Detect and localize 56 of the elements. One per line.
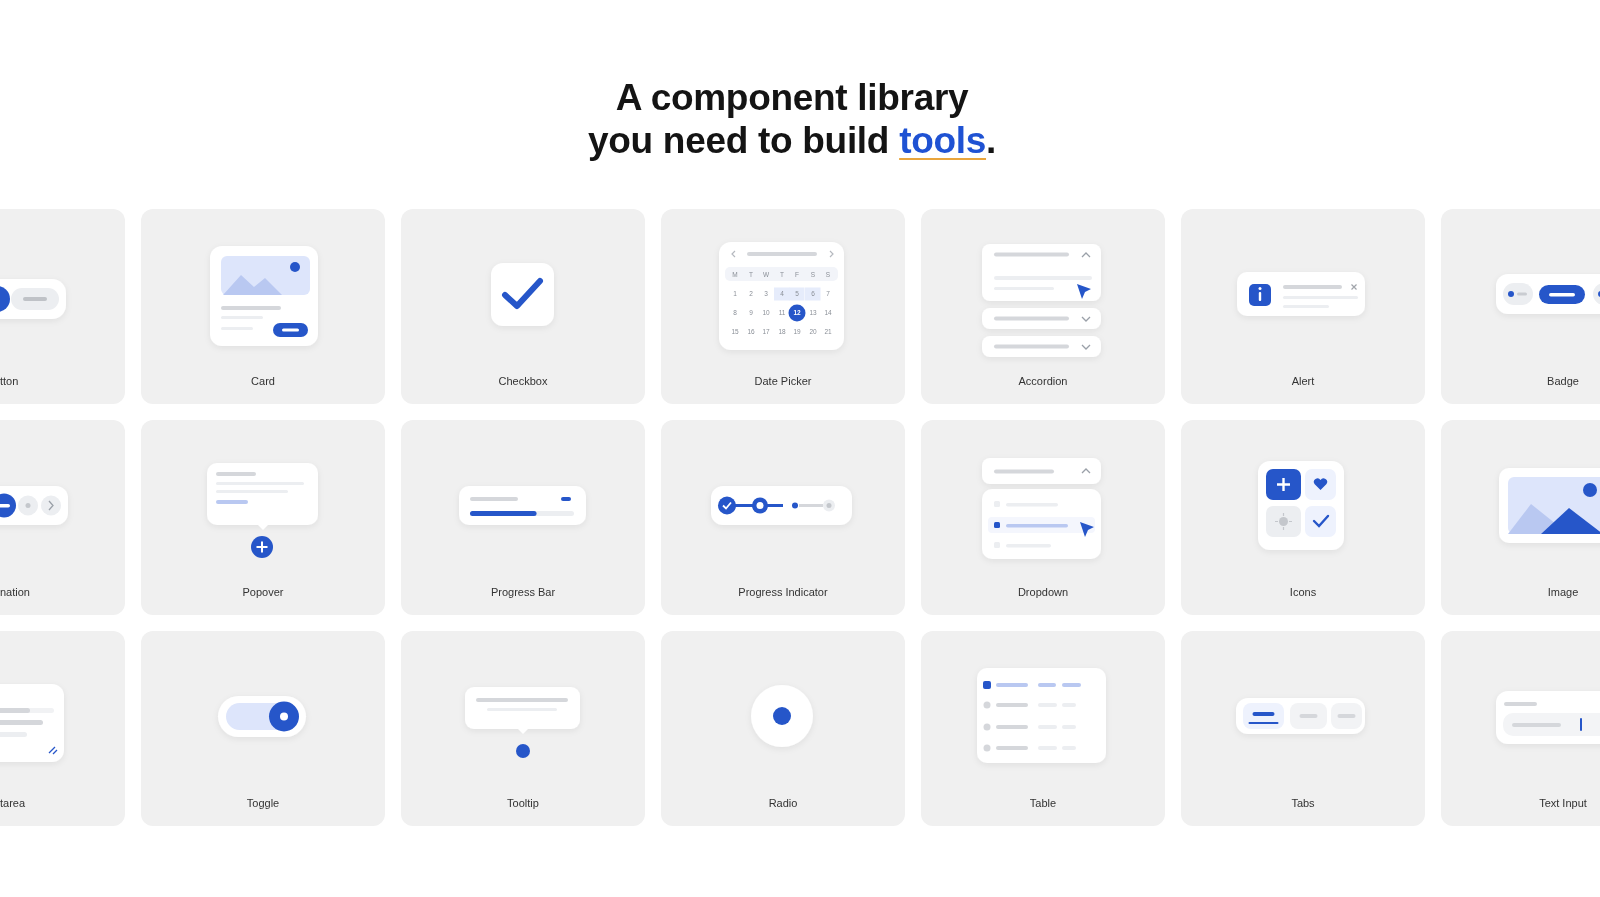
component-card[interactable]: Dropdown	[921, 420, 1165, 615]
card-label: Popover	[242, 586, 284, 598]
component-card[interactable]: Tooltip	[401, 631, 645, 826]
value-pill	[561, 497, 571, 501]
cursor-icon	[1080, 522, 1094, 537]
card-label: Tabs	[1291, 797, 1315, 809]
accordion-section[interactable]	[982, 336, 1101, 357]
component-card[interactable]: Badge	[1441, 209, 1600, 404]
card-label: Icons	[1289, 586, 1317, 598]
component-card[interactable]: Icons	[1181, 420, 1425, 615]
component-card[interactable]: nation	[0, 420, 125, 615]
card-label: Table	[1029, 797, 1057, 809]
component-card[interactable]: Radio	[661, 631, 905, 826]
component-card[interactable]: Table	[921, 631, 1165, 826]
month-bar	[747, 252, 817, 256]
component-card[interactable]: tton	[0, 209, 125, 404]
card-label: Date Picker	[754, 375, 812, 387]
component-card[interactable]: tarea	[0, 631, 125, 826]
component-card[interactable]: Alert	[1181, 209, 1425, 404]
component-card[interactable]: Progress Bar	[401, 420, 645, 615]
toggle-drawing[interactable]	[218, 696, 306, 737]
chevron-right-icon[interactable]	[829, 250, 834, 258]
card-label: Text Input	[1539, 797, 1587, 809]
component-card[interactable]: Card	[141, 209, 385, 404]
component-card[interactable]: Checkbox	[401, 209, 645, 404]
accordion-section[interactable]	[982, 308, 1101, 329]
card-label: Toggle	[246, 797, 280, 809]
tab[interactable]	[1243, 703, 1284, 729]
card-label: Radio	[768, 797, 798, 809]
button-drawing	[0, 279, 66, 319]
card-label: Card	[251, 375, 275, 387]
card-label: Alert	[1291, 375, 1315, 387]
card-label: Image	[1547, 586, 1579, 598]
headline: A component library you need to build tools.	[588, 76, 996, 162]
component-card[interactable]: Text Input	[1441, 631, 1600, 826]
cursor-icon	[1077, 284, 1091, 299]
component-card[interactable]: Toggle	[141, 631, 385, 826]
component-card[interactable]: Tabs	[1181, 631, 1425, 826]
card-label: Checkbox	[498, 375, 548, 387]
accordion-section[interactable]	[982, 244, 1101, 301]
component-card[interactable]: Accordion	[921, 209, 1165, 404]
pagination-drawing	[0, 486, 68, 525]
component-card[interactable]: Progress Indicator	[661, 420, 905, 615]
card-label: Accordion	[1018, 375, 1068, 387]
card-label: Dropdown	[1017, 586, 1069, 598]
card-label: Badge	[1547, 375, 1579, 387]
component-card[interactable]: Popover	[141, 420, 385, 615]
card-label: Tooltip	[507, 797, 539, 809]
card-label: Progress Bar	[490, 586, 556, 598]
radio-drawing[interactable]	[751, 685, 813, 747]
card-label: nation	[0, 586, 30, 598]
card-label: Progress Indicator	[738, 586, 828, 598]
chevron-left-icon[interactable]	[731, 250, 736, 258]
card-label: tarea	[0, 797, 26, 809]
card-label: tton	[0, 375, 19, 387]
component-card[interactable]: Image	[1441, 420, 1600, 615]
